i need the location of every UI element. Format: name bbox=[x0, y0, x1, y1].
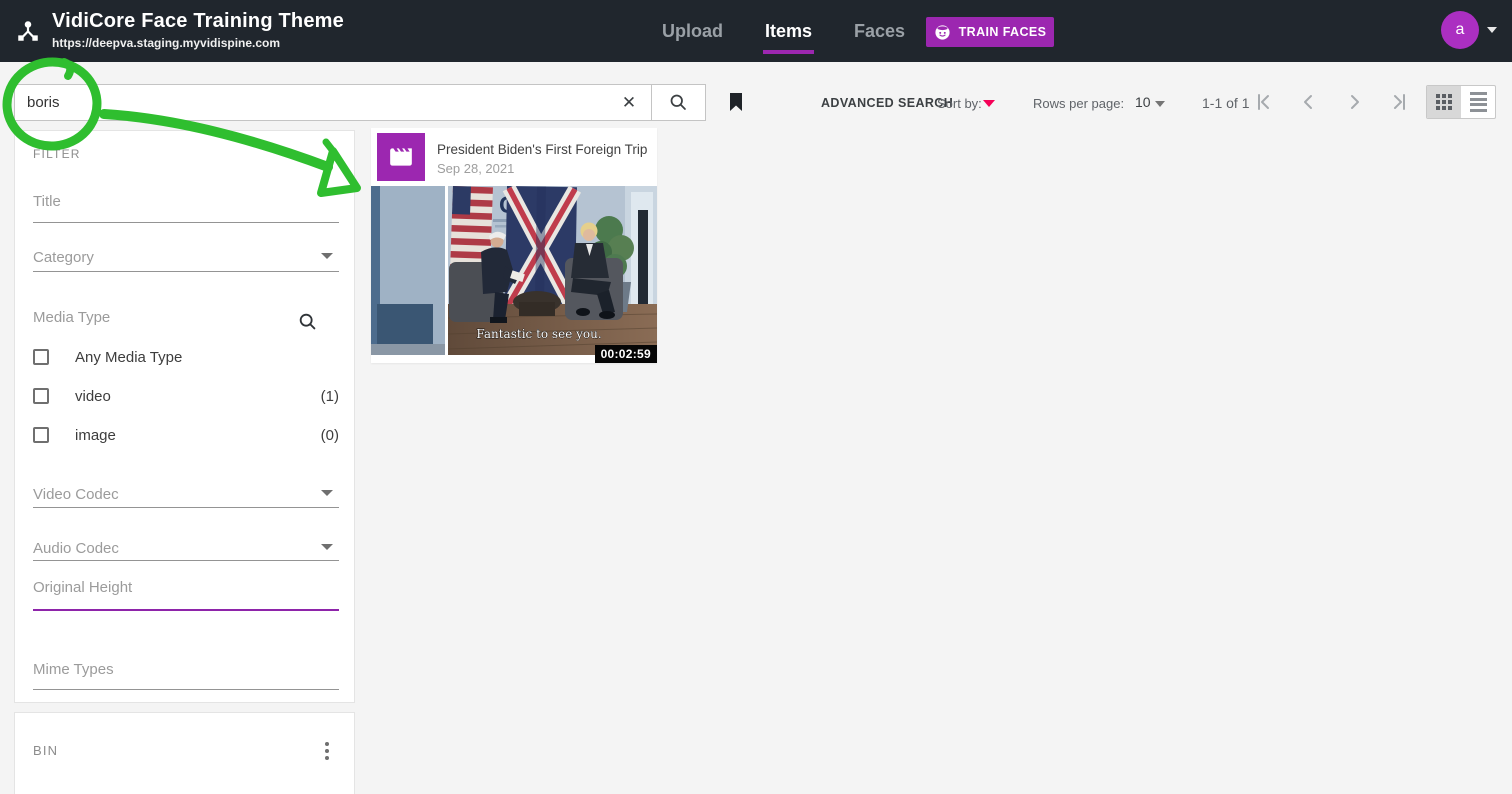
chevron-down-icon[interactable] bbox=[321, 490, 333, 496]
train-faces-button[interactable]: TRAIN FACES bbox=[926, 17, 1054, 47]
thumbnail-scene: G7 bbox=[371, 186, 657, 355]
search-icon bbox=[668, 92, 689, 113]
chevron-down-icon[interactable] bbox=[321, 544, 333, 550]
rows-per-page-select[interactable]: 10 bbox=[1135, 94, 1151, 110]
kebab-icon bbox=[325, 742, 329, 746]
checkbox-count: (1) bbox=[320, 387, 339, 405]
duration-badge: 00:02:59 bbox=[594, 345, 657, 363]
sort-by-label: Sort by: bbox=[937, 96, 982, 111]
advanced-search-link[interactable]: ADVANCED SEARCH bbox=[821, 96, 953, 110]
filter-title-input[interactable] bbox=[33, 193, 313, 210]
filter-original-height-input[interactable]: Original Height bbox=[33, 579, 132, 596]
filter-category-underline bbox=[33, 271, 339, 272]
face-icon bbox=[934, 24, 951, 41]
filter-mime-types-input[interactable] bbox=[33, 661, 313, 678]
checkbox-label: Any Media Type bbox=[75, 348, 183, 366]
media-type-option-video[interactable]: video (1) bbox=[33, 386, 339, 406]
grid-view-button[interactable] bbox=[1427, 86, 1461, 118]
result-date: Sep 28, 2021 bbox=[437, 161, 515, 176]
filter-heading: FILTER bbox=[33, 147, 81, 161]
rows-per-page-caret-icon[interactable] bbox=[1155, 101, 1165, 107]
nav-tab-upload[interactable]: Upload bbox=[660, 15, 725, 48]
bin-panel: BIN bbox=[14, 712, 355, 794]
filter-video-codec-underline bbox=[33, 507, 339, 508]
checkbox-any-media-type[interactable] bbox=[33, 349, 49, 365]
view-mode-toggle bbox=[1426, 85, 1496, 119]
app-subtitle-url: https://deepva.staging.myvidispine.com bbox=[52, 36, 281, 50]
checkbox-label: image bbox=[75, 426, 116, 444]
app-title-block: VidiCore Face Training Theme https://dee… bbox=[52, 10, 344, 50]
pagination-range: 1-1 of 1 bbox=[1202, 95, 1250, 111]
last-page-button[interactable] bbox=[1387, 90, 1411, 114]
top-navigation: Upload Items Faces bbox=[660, 0, 907, 62]
bin-heading: BIN bbox=[33, 743, 59, 758]
filter-title-underline bbox=[33, 222, 339, 223]
previous-page-button[interactable] bbox=[1297, 90, 1321, 114]
first-page-button[interactable] bbox=[1252, 90, 1276, 114]
grid-view-icon bbox=[1435, 93, 1453, 111]
checkbox-video[interactable] bbox=[33, 388, 49, 404]
next-page-button[interactable] bbox=[1342, 90, 1366, 114]
account-menu[interactable]: a bbox=[1441, 11, 1497, 49]
result-title: President Biden's First Foreign Trip bbox=[437, 142, 648, 157]
bin-more-options-button[interactable] bbox=[315, 739, 339, 763]
checkbox-count: (0) bbox=[320, 426, 339, 444]
search-input[interactable] bbox=[15, 85, 607, 120]
chevron-down-icon[interactable] bbox=[321, 253, 333, 259]
list-view-button[interactable] bbox=[1461, 86, 1495, 118]
avatar[interactable]: a bbox=[1441, 11, 1479, 49]
nav-tab-faces[interactable]: Faces bbox=[852, 15, 907, 48]
app-logo-hub-icon bbox=[15, 18, 41, 44]
app-title: VidiCore Face Training Theme bbox=[52, 10, 344, 32]
filter-mime-types-underline bbox=[33, 689, 339, 690]
filter-panel: FILTER Category Media Type Any Media Typ… bbox=[14, 130, 355, 703]
bookmark-icon bbox=[724, 90, 752, 114]
filter-category-select[interactable]: Category bbox=[33, 249, 94, 266]
result-thumbnail[interactable]: G7 bbox=[371, 186, 657, 355]
chevron-down-icon bbox=[1487, 27, 1497, 33]
checkbox-label: video bbox=[75, 387, 111, 405]
result-card[interactable]: President Biden's First Foreign Trip Sep… bbox=[371, 128, 657, 363]
filter-original-height-underline-focused bbox=[33, 609, 339, 611]
filter-video-codec-select[interactable]: Video Codec bbox=[33, 486, 119, 503]
clear-search-button[interactable]: ✕ bbox=[607, 85, 651, 120]
media-type-option-image[interactable]: image (0) bbox=[33, 425, 339, 445]
nav-tab-items[interactable]: Items bbox=[763, 15, 815, 54]
sort-direction-caret-icon[interactable] bbox=[983, 100, 995, 107]
saved-searches-button[interactable] bbox=[724, 88, 752, 116]
close-icon: ✕ bbox=[621, 92, 637, 112]
media-type-option-any[interactable]: Any Media Type bbox=[33, 347, 339, 367]
media-type-search-icon[interactable] bbox=[297, 311, 319, 333]
train-faces-label: TRAIN FACES bbox=[958, 25, 1047, 39]
search-submit-button[interactable] bbox=[651, 85, 705, 120]
filter-audio-codec-underline bbox=[33, 560, 339, 561]
list-view-icon bbox=[1469, 92, 1487, 112]
rows-per-page-label: Rows per page: bbox=[1033, 96, 1125, 111]
subtitle-caption: Fantastic to see you. bbox=[476, 327, 601, 341]
pagination-controls bbox=[1252, 90, 1411, 114]
movie-icon bbox=[377, 133, 425, 181]
checkbox-image[interactable] bbox=[33, 427, 49, 443]
filter-audio-codec-select[interactable]: Audio Codec bbox=[33, 540, 119, 557]
search-bar: ✕ bbox=[14, 84, 706, 121]
filter-media-type-label: Media Type bbox=[33, 309, 111, 326]
app-screen: VidiCore Face Training Theme https://dee… bbox=[0, 0, 1512, 794]
result-card-header: President Biden's First Foreign Trip Sep… bbox=[371, 128, 657, 186]
app-header: VidiCore Face Training Theme https://dee… bbox=[0, 0, 1512, 62]
